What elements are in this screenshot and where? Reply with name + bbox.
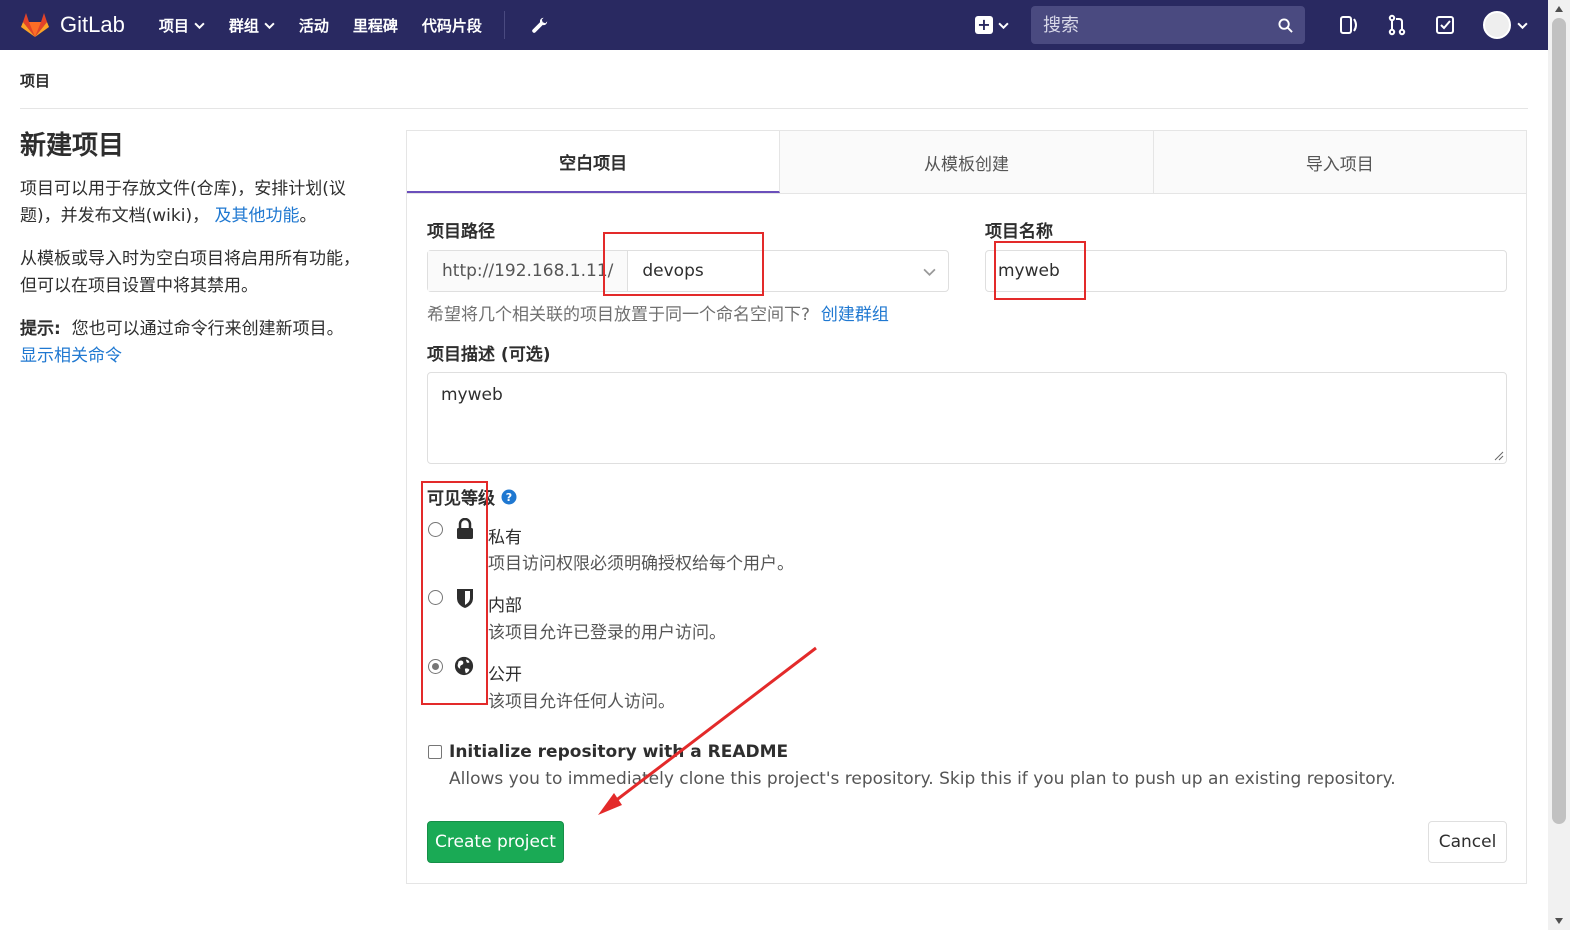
tip-paragraph: 提示: 您也可以通过命令行来创建新项目。显示相关命令 [20, 316, 370, 370]
globe-icon [454, 656, 474, 676]
nav-snippets-label: 代码片段 [421, 16, 482, 35]
page-scrollbar[interactable] [1548, 0, 1570, 930]
nav-links: 项目 群组 活动 里程碑 代码片段 [159, 11, 549, 39]
wrench-icon[interactable] [531, 16, 549, 34]
nav-projects[interactable]: 项目 [159, 15, 205, 36]
user-menu[interactable] [1483, 11, 1528, 39]
tip-text: 您也可以通过命令行来创建新项目。 [71, 319, 344, 339]
gitlab-logo[interactable]: GitLab [20, 10, 125, 40]
help-icon[interactable]: ? [501, 489, 517, 505]
description-value: myweb [441, 385, 503, 405]
resize-grip-icon[interactable] [1494, 451, 1504, 461]
issues-icon[interactable] [1338, 14, 1360, 36]
project-tabs: 空白项目 从模板创建 导入项目 [407, 131, 1526, 194]
nav-snippets[interactable]: 代码片段 [422, 15, 482, 36]
tab-from-template[interactable]: 从模板创建 [780, 131, 1154, 193]
scroll-down-icon[interactable] [1554, 916, 1564, 926]
show-commands-link[interactable]: 显示相关命令 [20, 346, 122, 366]
scroll-up-icon[interactable] [1554, 4, 1564, 14]
visibility-public-desc: 该项目允许任何人访问。 [488, 692, 675, 712]
merge-request-icon[interactable] [1386, 14, 1408, 36]
readme-checkbox[interactable] [428, 745, 442, 759]
intro-paragraph: 项目可以用于存放文件(仓库)，安排计划(议题)，并发布文档(wiki)， 及其他… [20, 176, 370, 230]
nav-right: + [975, 0, 1528, 50]
breadcrumb[interactable]: 项目 [20, 70, 50, 91]
create-group-link[interactable]: 创建群组 [821, 305, 889, 325]
visibility-public-title: 公开 [488, 665, 522, 685]
search-box[interactable] [1031, 6, 1305, 44]
gitlab-fox-icon [21, 13, 49, 37]
cancel-button[interactable]: Cancel [1428, 821, 1507, 863]
avatar [1483, 11, 1511, 39]
nav-milestones[interactable]: 里程碑 [353, 15, 398, 36]
visibility-label: 可见等级 ? [427, 484, 517, 509]
breadcrumb-divider [20, 108, 1528, 109]
namespace-select[interactable]: devops [628, 251, 948, 291]
group-hint: 希望将几个相关联的项目放置于同一个命名空间下? 创建群组 [427, 300, 889, 325]
chevron-down-icon [1517, 22, 1528, 29]
nav-divider [503, 11, 505, 39]
new-dropdown-button[interactable]: + [975, 16, 1009, 34]
chevron-down-icon [194, 22, 205, 29]
nav-activity-label: 活动 [298, 16, 329, 35]
shield-icon [457, 589, 473, 608]
visibility-private-title: 私有 [488, 528, 522, 548]
readme-help: Allows you to immediately clone this pro… [449, 769, 1396, 789]
page-title: 新建项目 [20, 131, 125, 161]
nav-groups[interactable]: 群组 [229, 15, 275, 36]
visibility-internal-title: 内部 [488, 596, 522, 616]
new-project-panel: 空白项目 从模板创建 导入项目 项目路径 http://192.168.1.11… [406, 130, 1527, 884]
visibility-private-desc: 项目访问权限必须明确授权给每个用户。 [488, 554, 794, 574]
nav-groups-label: 群组 [228, 16, 259, 35]
search-icon [1278, 17, 1293, 33]
visibility-label-text: 可见等级 [427, 489, 495, 509]
project-path-label: 项目路径 [427, 222, 495, 242]
visibility-internal-desc: 该项目允许已登录的用户访问。 [488, 623, 726, 643]
project-name-input[interactable]: myweb [985, 250, 1507, 292]
chevron-down-icon [923, 268, 936, 276]
brand-name: GitLab [60, 12, 125, 37]
plus-icon: + [975, 16, 993, 34]
description-textarea[interactable]: myweb [427, 372, 1507, 464]
chevron-down-icon [264, 22, 275, 29]
scrollbar-thumb[interactable] [1552, 18, 1566, 824]
nav-activity[interactable]: 活动 [299, 15, 329, 36]
url-prefix: http://192.168.1.11/ [428, 251, 629, 291]
namespace-value: devops [642, 261, 704, 281]
tab-blank-project[interactable]: 空白项目 [407, 131, 781, 193]
visibility-public-radio[interactable] [428, 659, 443, 674]
lock-icon [457, 518, 473, 539]
svg-text:?: ? [506, 491, 512, 504]
search-input[interactable] [1043, 14, 1278, 36]
template-note: 从模板或导入时为空白项目将启用所有功能，但可以在项目设置中将其禁用。 [20, 249, 360, 296]
chevron-down-icon [998, 22, 1009, 29]
project-path-field: http://192.168.1.11/ devops [427, 250, 949, 292]
project-name-label: 项目名称 [985, 222, 1053, 242]
intro-column: 新建项目 项目可以用于存放文件(仓库)，安排计划(议题)，并发布文档(wiki)… [20, 128, 370, 386]
intro-text-end: 。 [299, 206, 317, 226]
create-project-button[interactable]: Create project [427, 821, 564, 863]
tip-label: 提示: [20, 319, 61, 339]
tab-import-project[interactable]: 导入项目 [1154, 131, 1526, 193]
readme-label[interactable]: Initialize repository with a README [449, 742, 788, 762]
nav-projects-label: 项目 [158, 16, 189, 35]
top-navbar: GitLab 项目 群组 活动 里程碑 代码片段 + [0, 0, 1548, 50]
group-hint-text: 希望将几个相关联的项目放置于同一个命名空间下? [427, 305, 811, 325]
description-label: 项目描述 (可选) [427, 345, 551, 365]
todo-icon[interactable] [1434, 14, 1456, 36]
more-features-link[interactable]: 及其他功能 [215, 206, 300, 226]
nav-milestones-label: 里程碑 [352, 16, 398, 35]
visibility-private-radio[interactable] [428, 522, 443, 537]
visibility-internal-radio[interactable] [428, 590, 443, 605]
